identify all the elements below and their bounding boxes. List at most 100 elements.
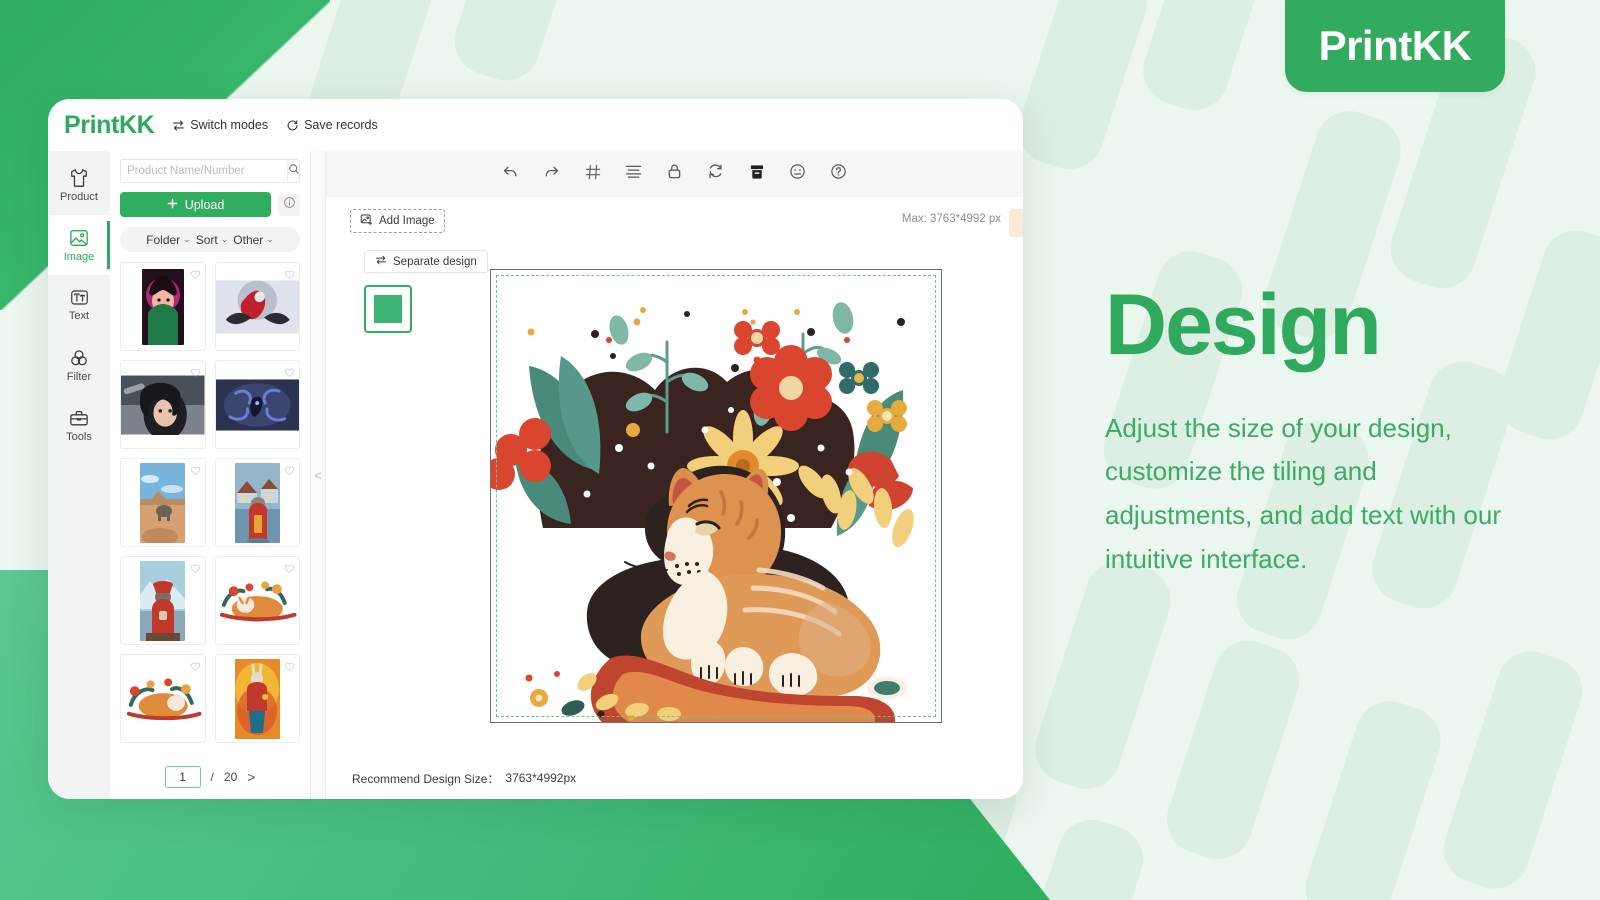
- favorite-icon[interactable]: [190, 659, 201, 677]
- add-image-label: Add Image: [379, 215, 435, 227]
- list-item[interactable]: [120, 654, 206, 743]
- design-canvas-frame[interactable]: [490, 269, 942, 723]
- promo-block: Design Adjust the size of your design, c…: [1105, 282, 1525, 581]
- sidebar-item-text-label: Text: [68, 310, 90, 322]
- favorite-icon[interactable]: [190, 463, 201, 481]
- switch-modes-label: Switch modes: [190, 118, 269, 132]
- favorite-icon[interactable]: [190, 561, 201, 579]
- upload-button-label: Upload: [184, 197, 225, 212]
- redo-button[interactable]: [541, 163, 563, 185]
- swatch-color-block: [374, 295, 402, 323]
- delete-button[interactable]: [746, 163, 768, 185]
- separate-design-button[interactable]: Separate design: [364, 250, 488, 273]
- thumbnail-art: [140, 560, 186, 641]
- pagination-total: 20: [223, 770, 238, 784]
- align-icon: [625, 164, 642, 184]
- list-item[interactable]: [120, 556, 206, 645]
- search-icon: [288, 162, 300, 180]
- image-panel: Upload Folder ⌄: [110, 151, 311, 799]
- search-button[interactable]: [287, 160, 300, 182]
- sidebar-item-tools[interactable]: Tools: [48, 395, 110, 455]
- sidebar-item-text[interactable]: Text: [48, 275, 110, 335]
- thumbnail-art: [215, 279, 299, 334]
- list-item[interactable]: [214, 654, 300, 743]
- switch-modes-button[interactable]: Switch modes: [172, 118, 268, 132]
- folder-filter-label: Folder: [146, 232, 181, 247]
- sidebar-item-tools-label: Tools: [66, 430, 92, 443]
- tshirt-icon: [68, 168, 90, 188]
- sidebar-item-filter-label: Filter: [66, 370, 92, 383]
- list-item[interactable]: [120, 262, 206, 351]
- help-button[interactable]: [828, 163, 850, 185]
- brand-badge-label: PrintKK: [1318, 22, 1472, 69]
- emoji-button[interactable]: [787, 163, 809, 185]
- design-artwork: [491, 270, 941, 722]
- upload-info-button[interactable]: [278, 193, 300, 216]
- panel-collapse-button[interactable]: <: [311, 151, 326, 799]
- list-item[interactable]: [120, 360, 206, 449]
- emoji-icon: [789, 163, 806, 185]
- align-button[interactable]: [623, 163, 645, 185]
- thumbnail-art: [121, 672, 205, 725]
- favorite-icon[interactable]: [284, 463, 295, 481]
- pagination: 1 / 20 >: [110, 755, 310, 799]
- design-layer-swatch[interactable]: [364, 285, 412, 333]
- chevron-left-icon: <: [314, 467, 322, 483]
- save-records-label: Save records: [304, 118, 378, 132]
- image-panel-controls: Upload Folder ⌄: [110, 151, 310, 252]
- undo-button[interactable]: [500, 163, 522, 185]
- list-item[interactable]: [214, 556, 300, 645]
- sidebar-item-image[interactable]: Image: [48, 215, 110, 275]
- next-page-button[interactable]: >: [247, 769, 255, 785]
- add-image-button[interactable]: Add Image: [350, 209, 445, 233]
- image-icon: [68, 228, 90, 248]
- sidebar-item-filter[interactable]: Filter: [48, 335, 110, 395]
- plus-icon: [167, 198, 178, 212]
- product-search: [120, 159, 300, 183]
- refresh-button[interactable]: [705, 163, 727, 185]
- canvas-column: Max: 3763*4992 px Add Image Separate des…: [326, 151, 1023, 799]
- image-thumbnail-grid: [110, 252, 310, 755]
- lock-button[interactable]: [664, 163, 686, 185]
- filter-icon: [68, 348, 90, 368]
- list-item[interactable]: [120, 458, 206, 547]
- app-body: Product Image Text Filter Tools Product …: [48, 151, 1023, 799]
- sort-filter[interactable]: Sort ⌄: [196, 233, 229, 247]
- sidebar-item-product[interactable]: Product: [48, 155, 110, 215]
- upload-button[interactable]: Upload: [120, 192, 271, 217]
- favorite-icon[interactable]: [190, 365, 201, 383]
- trash-icon: [749, 163, 765, 185]
- folder-filter[interactable]: Folder ⌄: [146, 233, 191, 247]
- favorite-icon[interactable]: [284, 365, 295, 383]
- lock-icon: [667, 163, 682, 185]
- favorite-icon[interactable]: [190, 267, 201, 285]
- header-actions: Switch modes Save records: [172, 118, 378, 132]
- side-accent-strip: [1009, 209, 1023, 237]
- page-number-input[interactable]: 1: [164, 766, 201, 788]
- sidebar-item-product-label: Product: [60, 190, 98, 203]
- list-item[interactable]: [214, 360, 300, 449]
- app-header: PrintKK Switch modes Save records: [48, 99, 1023, 151]
- editor-toolbar: [326, 151, 1023, 197]
- save-records-button[interactable]: Save records: [286, 118, 378, 132]
- info-icon: [283, 196, 296, 214]
- favorite-icon[interactable]: [284, 561, 295, 579]
- search-input[interactable]: [121, 165, 287, 177]
- pagination-separator: /: [210, 770, 214, 784]
- sidebar-item-image-label: Image: [63, 250, 95, 263]
- other-filter-label: Other: [233, 232, 264, 247]
- thumbnail-art: [215, 574, 299, 627]
- thumbnail-art: [234, 658, 280, 739]
- list-item[interactable]: [214, 458, 300, 547]
- other-filter[interactable]: Other ⌄: [233, 233, 274, 247]
- canvas-area[interactable]: Max: 3763*4992 px Add Image Separate des…: [326, 197, 1023, 757]
- recommend-design-size: Recommend Design Size： 3763*4992px: [326, 757, 1023, 799]
- grid-button[interactable]: [582, 163, 604, 185]
- list-item[interactable]: [214, 262, 300, 351]
- max-size-label: Max: 3763*4992 px: [901, 213, 1001, 225]
- add-image-icon: [360, 213, 373, 229]
- thumbnail-art: [141, 268, 184, 345]
- favorite-icon[interactable]: [284, 659, 295, 677]
- favorite-icon[interactable]: [284, 267, 295, 285]
- refresh-icon: [707, 163, 724, 185]
